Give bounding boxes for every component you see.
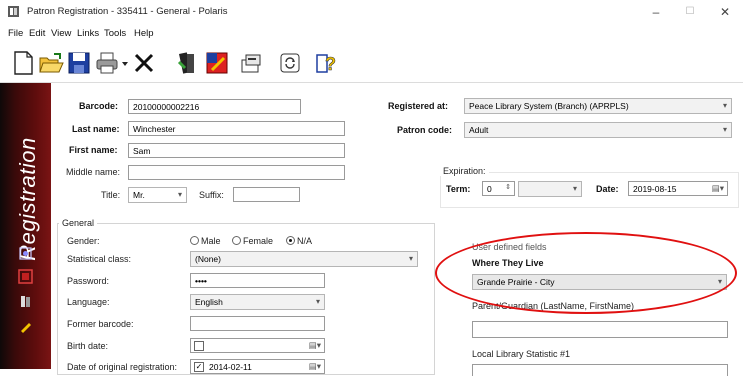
gender-female-radio[interactable] [232, 236, 241, 245]
stat-class-label: Statistical class: [67, 254, 132, 264]
stat-class-value: (None) [195, 254, 221, 264]
blocks-icon[interactable] [18, 269, 33, 284]
menu-view[interactable]: View [51, 28, 71, 39]
parent-guardian-field[interactable] [472, 321, 728, 338]
toolbar: ? [0, 42, 743, 83]
registered-at-value: Peace Library System (Branch) (APRPLS) [469, 101, 629, 111]
calendar-icon[interactable]: ▤▾ [712, 182, 724, 194]
registered-at-select[interactable]: Peace Library System (Branch) (APRPLS) ▾ [464, 98, 732, 114]
chevron-down-icon: ▾ [572, 184, 577, 193]
gender-male-radio[interactable] [190, 236, 199, 245]
term-value: 0 [487, 184, 492, 194]
gender-na-label: N/A [297, 236, 313, 246]
menu-edit[interactable]: Edit [29, 28, 45, 39]
registered-at-label: Registered at: [388, 101, 449, 111]
chevron-down-icon: ▾ [722, 101, 727, 110]
orig-reg-value: 2014-02-11 [209, 362, 252, 372]
maximize-button[interactable]: ☐ [675, 2, 705, 22]
suffix-field[interactable] [233, 187, 300, 202]
language-value: English [195, 297, 223, 307]
term-unit-select[interactable]: ▾ [518, 181, 582, 197]
birth-date-label: Birth date: [67, 341, 109, 351]
print-dropdown-icon[interactable] [121, 56, 129, 70]
books-icon[interactable] [175, 50, 201, 76]
term-stepper[interactable]: 0 ⇕ [482, 181, 515, 196]
expiration-date-field[interactable]: 2019-08-15 ▤▾ [628, 181, 728, 196]
annotation-oval [435, 232, 737, 314]
local-stat-label: Local Library Statistic #1 [472, 349, 571, 359]
window-title: Patron Registration - 335411 - General -… [27, 6, 228, 17]
former-barcode-label: Former barcode: [67, 319, 134, 329]
first-name-field[interactable]: Sam [128, 143, 345, 158]
app-icon [8, 6, 19, 17]
refresh-icon[interactable] [277, 50, 303, 76]
menu-links[interactable]: Links [77, 28, 99, 39]
title-select-value: Mr. [133, 190, 145, 200]
first-name-label: First name: [69, 145, 118, 155]
edit-icon[interactable] [204, 50, 230, 76]
patron-code-select[interactable]: Adult ▾ [464, 122, 732, 138]
password-field[interactable]: •••• [190, 273, 325, 288]
date-label: Date: [596, 184, 619, 194]
calendar-icon[interactable]: ▤▾ [309, 360, 321, 372]
delete-icon[interactable] [131, 50, 157, 76]
expiration-label: Expiration: [440, 166, 489, 176]
orig-reg-field[interactable]: ✓ 2014-02-11 ▤▾ [190, 359, 325, 374]
birth-date-checkbox[interactable] [194, 341, 204, 351]
expiration-date-value: 2019-08-15 [633, 184, 677, 194]
birth-date-field[interactable]: ▤▾ [190, 338, 325, 353]
items-out-icon[interactable] [18, 294, 33, 309]
language-select[interactable]: English ▾ [190, 294, 325, 310]
sidebar: Registration [0, 83, 51, 369]
title-label: Title: [101, 190, 121, 200]
menu-tools[interactable]: Tools [104, 28, 126, 39]
barcode-label: Barcode: [79, 101, 119, 111]
patron-code-value: Adult [469, 125, 489, 135]
gender-male-label: Male [201, 236, 221, 246]
spinner-icon[interactable]: ⇕ [505, 182, 511, 194]
password-label: Password: [67, 276, 110, 286]
chevron-down-icon: ▾ [315, 297, 320, 306]
chevron-down-icon: ▾ [408, 254, 413, 263]
term-label: Term: [446, 184, 471, 194]
registration-icon[interactable] [18, 246, 33, 261]
gender-na-radio[interactable] [286, 236, 295, 245]
gender-female-label: Female [243, 236, 274, 246]
last-name-field[interactable]: Winchester [128, 121, 345, 136]
calendar-icon[interactable]: ▤▾ [309, 339, 321, 351]
notes-icon[interactable] [18, 319, 33, 334]
new-icon[interactable] [10, 50, 36, 76]
title-bar: Patron Registration - 335411 - General -… [0, 0, 743, 24]
chevron-down-icon: ▾ [722, 125, 727, 134]
properties-icon[interactable] [238, 50, 264, 76]
suffix-label: Suffix: [199, 190, 224, 200]
menu-help[interactable]: Help [134, 28, 154, 39]
language-label: Language: [67, 297, 110, 307]
open-folder-icon[interactable] [38, 50, 64, 76]
menu-file[interactable]: File [8, 28, 23, 39]
general-group-label: General [59, 218, 98, 228]
middle-name-field[interactable] [128, 165, 345, 180]
save-icon[interactable] [66, 50, 92, 76]
former-barcode-field[interactable] [190, 316, 325, 331]
patron-code-label: Patron code: [397, 125, 453, 135]
last-name-label: Last name: [72, 124, 120, 134]
close-button[interactable]: ✕ [710, 2, 740, 22]
print-icon[interactable] [94, 50, 120, 76]
middle-name-label: Middle name: [66, 167, 121, 177]
gender-label: Gender: [67, 236, 100, 246]
local-stat-field[interactable] [472, 364, 728, 376]
help-icon[interactable]: ? [314, 50, 340, 76]
orig-reg-label: Date of original registration: [67, 362, 178, 372]
minimize-button[interactable]: – [641, 2, 671, 22]
menu-bar: File Edit View Links Tools Help [0, 24, 743, 42]
chevron-down-icon: ▾ [177, 190, 182, 199]
svg-text:?: ? [325, 54, 336, 74]
barcode-field[interactable]: 20100000002216 [128, 99, 301, 114]
stat-class-select[interactable]: (None) ▾ [190, 251, 418, 267]
title-select[interactable]: Mr. ▾ [128, 187, 187, 203]
orig-reg-checkbox[interactable]: ✓ [194, 362, 204, 372]
